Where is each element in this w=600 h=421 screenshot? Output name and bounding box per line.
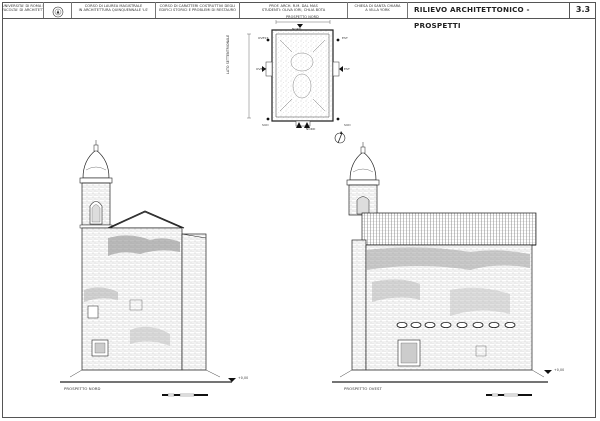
plan-marker-east: EST xyxy=(344,67,350,71)
plan-marker-nw: OVEST xyxy=(258,36,269,40)
drawing-graphics xyxy=(60,20,552,397)
plan-marker-west: OVEST xyxy=(256,67,267,71)
drawing-sheet: UNIVERSITA' DI ROMA LA SAPIENZA FACOLTA'… xyxy=(0,0,600,421)
level-mark-left: +0,00 xyxy=(238,376,249,380)
plan-top-label: PROSPETTO NORD xyxy=(286,15,319,19)
plan-marker-sw: SUD xyxy=(262,123,269,127)
elevation-north xyxy=(60,140,236,397)
scale-bar-left xyxy=(162,393,208,397)
level-mark-right: +0,00 xyxy=(554,368,565,372)
caption-prospetto-ovest: PROSPETTO OVEST xyxy=(344,386,382,391)
plan-marker-ne: EST xyxy=(342,36,348,40)
plan-marker-north-top: NORD xyxy=(292,27,302,31)
north-arrow-icon xyxy=(334,131,346,144)
caption-prospetto-nord: PROSPETTO NORD xyxy=(64,386,101,391)
scale-bar-right xyxy=(486,393,532,397)
plan-marker-north-bottom: NORD xyxy=(306,127,316,131)
plan-side-label: LATO SETTENTRIONALE xyxy=(226,34,230,74)
plan-marker-se: SUD xyxy=(344,123,351,127)
elevation-west xyxy=(332,142,552,397)
